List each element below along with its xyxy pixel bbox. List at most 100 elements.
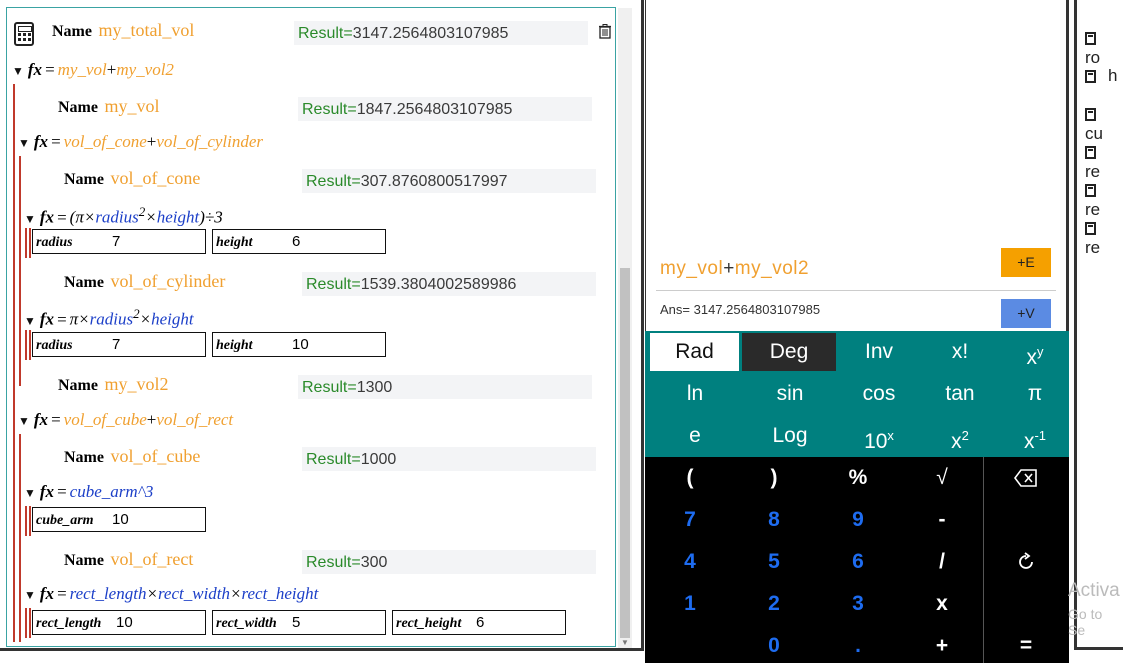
inv-button[interactable]: Inv	[837, 331, 921, 373]
ln-button[interactable]: ln	[653, 373, 737, 415]
fx-operand[interactable]: vol_of_cylinder	[156, 132, 263, 151]
minus-button[interactable]: -	[900, 499, 984, 541]
tan-button[interactable]: tan	[918, 373, 1002, 415]
add-variable-button[interactable]: +V	[1001, 299, 1051, 328]
decimal-button[interactable]: .	[816, 625, 900, 667]
list-item[interactable]: re	[1085, 180, 1123, 219]
variable-input[interactable]: height 6	[212, 229, 386, 254]
digit-6-button[interactable]: 6	[816, 541, 900, 583]
e-button[interactable]: e	[653, 415, 737, 457]
digit-5-button[interactable]: 5	[732, 541, 816, 583]
expression-display[interactable]: my_vol+my_vol2	[660, 258, 809, 280]
tree-line	[19, 434, 21, 642]
formula-name[interactable]: vol_of_cone	[110, 168, 200, 188]
formula-name[interactable]: my_vol	[104, 96, 159, 116]
list-item[interactable]: h	[1085, 66, 1117, 88]
left-paren-button[interactable]: (	[648, 457, 732, 499]
ten-power-button[interactable]: 10x	[837, 415, 921, 457]
backspace-button[interactable]	[984, 457, 1068, 499]
fx-variable[interactable]: rect_width	[158, 584, 230, 603]
cos-button[interactable]: cos	[837, 373, 921, 415]
formula-name[interactable]: vol_of_rect	[110, 549, 193, 569]
fx-variable[interactable]: radius	[90, 310, 133, 329]
digit-0-button[interactable]: 0	[732, 625, 816, 667]
variable-input[interactable]: rect_width 5	[212, 610, 386, 635]
scroll-down-arrow-icon[interactable]: ▼	[620, 638, 630, 648]
variable-value[interactable]: 10	[116, 614, 133, 631]
fx-variable[interactable]: cube_arm	[70, 482, 138, 501]
equals-button[interactable]: =	[984, 625, 1068, 667]
divide-button[interactable]: /	[900, 541, 984, 583]
reciprocal-button[interactable]: x-1	[993, 415, 1077, 457]
sqrt-button[interactable]: √	[900, 457, 984, 499]
fx-operand[interactable]: vol_of_rect	[156, 410, 233, 429]
collapse-triangle-icon[interactable]: ▼	[24, 588, 36, 602]
variable-input[interactable]: radius 7	[32, 229, 206, 254]
fx-operand[interactable]: my_vol2	[116, 60, 174, 79]
list-item-label: re	[1085, 162, 1101, 181]
collapse-triangle-icon[interactable]: ▼	[24, 212, 36, 226]
digit-4-button[interactable]: 4	[648, 541, 732, 583]
multiply-button[interactable]: x	[900, 583, 984, 625]
collapse-triangle-icon[interactable]: ▼	[18, 136, 30, 150]
fx-operand[interactable]: my_vol	[58, 60, 107, 79]
digit-7-button[interactable]: 7	[648, 499, 732, 541]
trash-icon[interactable]	[599, 24, 611, 39]
result-value: 1300	[356, 379, 393, 396]
fx-variable[interactable]: radius	[95, 208, 138, 227]
formula-name[interactable]: vol_of_cylinder	[110, 271, 225, 291]
power-button[interactable]: xy	[993, 331, 1077, 373]
digit-3-button[interactable]: 3	[816, 583, 900, 625]
fx-variable[interactable]: rect_height	[242, 584, 319, 603]
variable-input[interactable]: rect_length 10	[32, 610, 206, 635]
formula-name[interactable]: my_vol2	[104, 374, 168, 394]
list-item[interactable]: re	[1085, 142, 1123, 181]
variable-input[interactable]: height 10	[212, 332, 386, 357]
scrollbar-thumb[interactable]	[620, 268, 630, 638]
collapse-triangle-icon[interactable]: ▼	[24, 486, 36, 500]
collapse-triangle-icon[interactable]: ▼	[18, 414, 30, 428]
list-item[interactable]: re	[1085, 218, 1123, 257]
variable-input[interactable]: cube_arm 10	[32, 507, 206, 532]
fx-operand[interactable]: vol_of_cone	[64, 132, 147, 151]
fx-variable[interactable]: rect_length	[70, 584, 147, 603]
variable-value[interactable]: 6	[292, 233, 300, 250]
square-button[interactable]: x2	[918, 415, 1002, 457]
percent-button[interactable]: %	[816, 457, 900, 499]
digit-9-button[interactable]: 9	[816, 499, 900, 541]
collapse-triangle-icon[interactable]: ▼	[24, 314, 36, 328]
sin-button[interactable]: sin	[748, 373, 832, 415]
fx-variable[interactable]: height	[157, 208, 200, 227]
right-paren-button[interactable]: )	[732, 457, 816, 499]
variable-value[interactable]: 7	[112, 336, 120, 353]
formula-name[interactable]: vol_of_cube	[110, 446, 200, 466]
reset-button[interactable]	[984, 541, 1068, 583]
list-item[interactable]: ro	[1085, 28, 1123, 67]
rad-button[interactable]: Rad	[650, 333, 739, 371]
list-item[interactable]: cu	[1085, 104, 1123, 143]
plus-button[interactable]: +	[900, 625, 984, 667]
digit-2-button[interactable]: 2	[732, 583, 816, 625]
formula-name[interactable]: my_total_vol	[98, 20, 194, 40]
fx-label: fx	[39, 207, 55, 227]
variable-value[interactable]: 5	[292, 614, 300, 631]
result-field: Result=3147.2564803107985	[294, 21, 588, 45]
vertical-scrollbar[interactable]: ▼	[618, 8, 632, 648]
digit-1-button[interactable]: 1	[648, 583, 732, 625]
fx-variable[interactable]: height	[151, 310, 194, 329]
calculator-icon[interactable]	[14, 22, 34, 46]
variable-value[interactable]: 6	[476, 614, 484, 631]
collapse-triangle-icon[interactable]: ▼	[12, 64, 24, 78]
variable-value[interactable]: 7	[112, 233, 120, 250]
pi-button[interactable]: π	[993, 373, 1077, 415]
factorial-button[interactable]: x!	[918, 331, 1002, 373]
fx-operand[interactable]: vol_of_cube	[64, 410, 147, 429]
variable-value[interactable]: 10	[112, 511, 129, 528]
deg-button[interactable]: Deg	[742, 333, 836, 371]
add-expression-button[interactable]: +E	[1001, 248, 1051, 277]
variable-input[interactable]: radius 7	[32, 332, 206, 357]
variable-value[interactable]: 10	[292, 336, 309, 353]
variable-input[interactable]: rect_height 6	[392, 610, 566, 635]
digit-8-button[interactable]: 8	[732, 499, 816, 541]
log-button[interactable]: Log	[748, 415, 832, 457]
